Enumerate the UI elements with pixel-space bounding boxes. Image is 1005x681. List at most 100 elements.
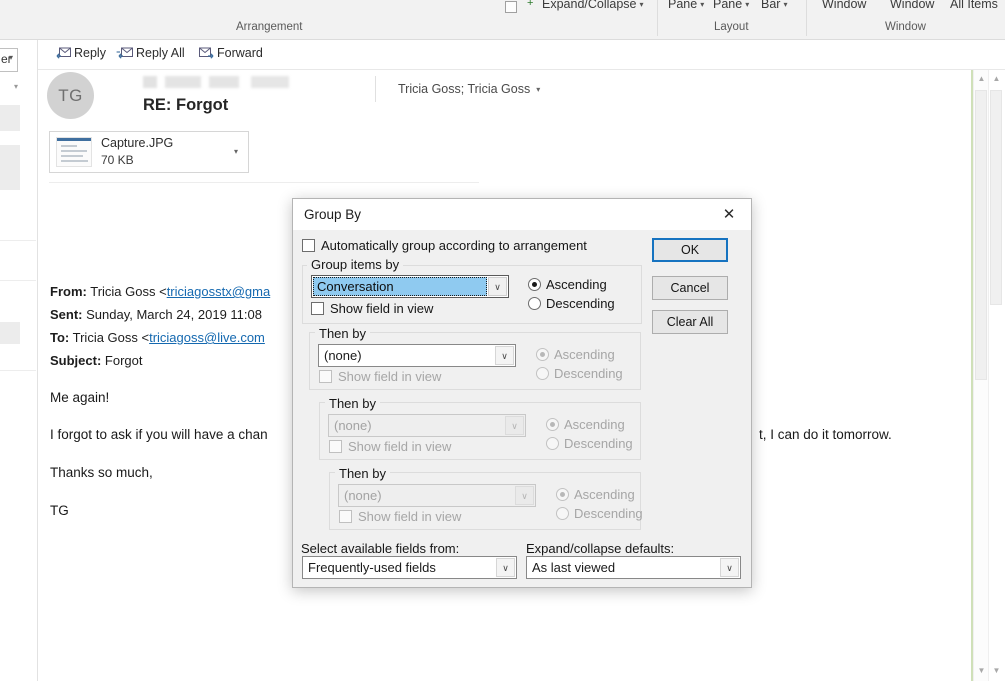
automatically-group-checkbox[interactable]	[302, 239, 315, 252]
chevron-down-icon[interactable]: ∨	[505, 416, 524, 435]
header-to-link[interactable]: triciagoss@live.com	[149, 330, 265, 345]
scroll-up-icon[interactable]: ▲	[975, 72, 988, 86]
ribbon-item-pane-1[interactable]: Pane ▾	[668, 0, 704, 11]
sender-line-redacted	[143, 76, 313, 88]
ribbon-item-bar[interactable]: Bar ▾	[761, 0, 787, 11]
group-items-by-combobox[interactable]: Conversation ∨	[311, 275, 509, 298]
ribbon-item-pane-2[interactable]: Pane ▾	[713, 0, 749, 11]
chevron-down-icon[interactable]: ▾	[234, 147, 238, 156]
chevron-down-icon: ▾	[536, 85, 541, 94]
group-items-by-value: Conversation	[317, 279, 394, 294]
body-paragraph-3: Thanks so much,	[50, 465, 153, 480]
ribbon-item-label: Pane	[713, 0, 743, 11]
message-command-bar: Reply Reply All Forward	[38, 40, 1005, 70]
then-by-2-ascending-radio[interactable]	[546, 418, 559, 431]
then-by-1-ascending-label: Ascending	[554, 347, 615, 362]
clear-all-button[interactable]: Clear All	[652, 310, 728, 334]
reply-all-button[interactable]: Reply All	[116, 46, 185, 64]
then-by-2-show-field-checkbox[interactable]	[329, 440, 342, 453]
attachment-size: 70 KB	[101, 153, 134, 167]
ribbon-item-expand-collapse[interactable]: Expand/Collapse ▾	[542, 0, 644, 11]
ok-button[interactable]: OK	[652, 238, 728, 262]
then-by-2-legend: Then by	[325, 396, 380, 411]
group-items-show-field-checkbox[interactable]	[311, 302, 324, 315]
automatically-group-label: Automatically group according to arrange…	[321, 238, 587, 253]
then-by-1-show-field-checkbox[interactable]	[319, 370, 332, 383]
ribbon-item-label: Bar	[761, 0, 781, 11]
ribbon: + Expand/Collapse ▾ Pane ▾ Pane ▾ Bar ▾ Wind…	[0, 0, 1005, 40]
outlook-window: + Expand/Collapse ▾ Pane ▾ Pane ▾ Bar ▾ Wind…	[0, 0, 1005, 681]
scroll-thumb[interactable]	[990, 90, 1002, 305]
rail-block[interactable]	[0, 322, 20, 344]
chevron-down-icon: ▾	[700, 0, 705, 10]
then-by-1-combobox[interactable]: (none) ∨	[318, 344, 516, 367]
dialog-title: Group By	[304, 207, 362, 222]
recipients-text: Tricia Goss; Tricia Goss	[398, 82, 531, 96]
body-paragraph-2-overflow: t, I can do it tomorrow.	[759, 427, 892, 442]
reply-all-icon	[116, 46, 133, 62]
then-by-2-combobox[interactable]: (none) ∨	[328, 414, 526, 437]
close-icon[interactable]: ✕	[707, 199, 751, 230]
ribbon-item-window-1[interactable]: Window	[822, 0, 866, 11]
chevron-down-icon[interactable]: ∨	[720, 558, 739, 577]
header-from-link[interactable]: triciagosstx@gma	[167, 284, 271, 299]
then-by-1-descending-radio[interactable]	[536, 367, 549, 380]
cancel-button[interactable]: Cancel	[652, 276, 728, 300]
ribbon-item-label: All Items	[950, 0, 998, 11]
then-by-1-ascending-radio[interactable]	[536, 348, 549, 361]
ribbon-item-label: Window	[890, 0, 935, 11]
reply-button[interactable]: Reply	[56, 46, 106, 64]
group-by-dialog: Group By ✕ Automatically group according…	[292, 198, 752, 588]
rail-dropdown[interactable]: er ▾	[0, 48, 18, 72]
attachment-divider	[49, 182, 479, 183]
then-by-3-ascending-radio[interactable]	[556, 488, 569, 501]
header-to-label: To:	[50, 330, 70, 345]
rail-block[interactable]	[0, 145, 20, 190]
rail-divider	[0, 280, 36, 281]
attachment-chip[interactable]: Capture.JPG 70 KB ▾	[49, 131, 249, 173]
expand-collapse-combobox[interactable]: As last viewed ∨	[526, 556, 741, 579]
then-by-3-show-field-label: Show field in view	[358, 509, 462, 524]
forward-button[interactable]: Forward	[199, 46, 263, 64]
then-by-2-descending-radio[interactable]	[546, 437, 559, 450]
forward-icon	[199, 46, 214, 62]
then-by-2-value: (none)	[334, 418, 372, 433]
header-subject-label: Subject:	[50, 353, 102, 368]
scroll-down-icon[interactable]: ▼	[990, 664, 1003, 678]
ribbon-item-all-items[interactable]: All Items	[950, 0, 998, 11]
ribbon-item-window-2[interactable]: Window	[890, 0, 934, 11]
then-by-1-legend: Then by	[315, 326, 370, 341]
then-by-2-descending-label: Descending	[564, 436, 633, 451]
then-by-2-ascending-label: Ascending	[564, 417, 625, 432]
chevron-down-icon: ▾	[783, 0, 788, 10]
then-by-3-combobox[interactable]: (none) ∨	[338, 484, 536, 507]
recipients-summary[interactable]: Tricia Goss; Tricia Goss ▾	[375, 76, 540, 102]
ribbon-item-label: Expand/Collapse	[542, 0, 637, 11]
chevron-down-icon[interactable]: ∨	[488, 277, 507, 296]
chevron-down-icon[interactable]: ∨	[515, 486, 534, 505]
chevron-down-icon[interactable]: ∨	[496, 558, 515, 577]
header-subject: Subject: Forgot	[50, 353, 143, 368]
then-by-3-descending-radio[interactable]	[556, 507, 569, 520]
message-scrollbar-inner[interactable]: ▲ ▼	[973, 70, 988, 681]
select-fields-combobox[interactable]: Frequently-used fields ∨	[302, 556, 517, 579]
rail-block[interactable]	[0, 105, 20, 131]
left-navigation-rail: er ▾ ▾	[0, 40, 38, 681]
group-items-ascending-radio[interactable]	[528, 278, 541, 291]
attachment-name: Capture.JPG	[101, 136, 174, 150]
then-by-3-descending-label: Descending	[574, 506, 643, 521]
scroll-thumb[interactable]	[975, 90, 987, 380]
then-by-1-descending-label: Descending	[554, 366, 623, 381]
scroll-up-icon[interactable]: ▲	[990, 72, 1003, 86]
chevron-down-icon[interactable]: ∨	[495, 346, 514, 365]
reply-all-label: Reply All	[136, 46, 185, 60]
group-items-ascending-label: Ascending	[546, 277, 607, 292]
scroll-down-icon[interactable]: ▼	[975, 664, 988, 678]
then-by-3-show-field-checkbox[interactable]	[339, 510, 352, 523]
message-scrollbar-outer[interactable]: ▲ ▼	[988, 70, 1005, 681]
chevron-down-icon: ▾	[639, 0, 644, 10]
body-signature: TG	[50, 503, 69, 518]
ribbon-checkbox[interactable]	[505, 1, 517, 13]
group-items-show-field-label: Show field in view	[330, 301, 434, 316]
group-items-descending-radio[interactable]	[528, 297, 541, 310]
